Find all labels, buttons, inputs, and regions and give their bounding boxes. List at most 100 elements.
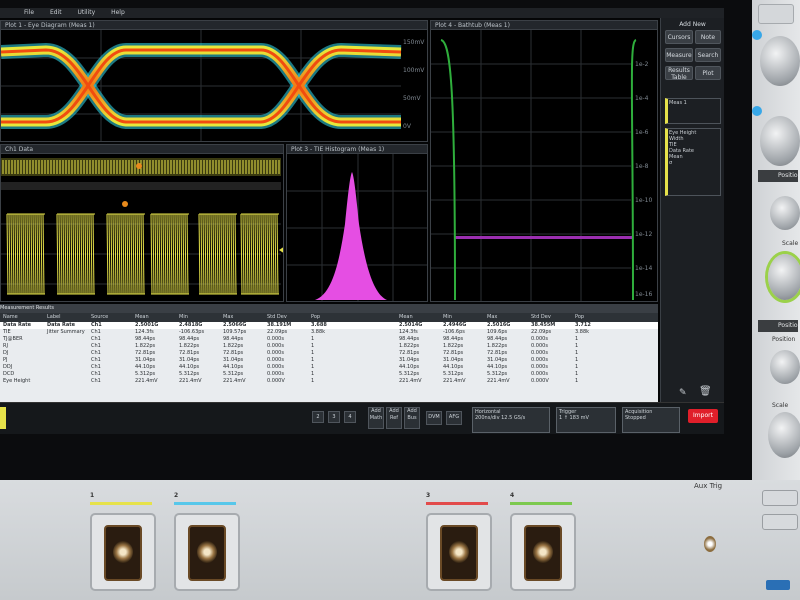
tie-histogram-title: Plot 3 - TIE Histogram (Meas 1) [287,145,427,154]
hw-button[interactable] [762,514,798,530]
results-body: Data Rate Data Rate Ch1 2.5001G 2.4818G 2.506… [0,322,658,385]
position2-knob[interactable] [770,350,800,384]
trash-icon[interactable]: 🗑 [699,386,712,397]
add-ref-button[interactable]: Add Ref [386,407,402,429]
ch4-label: 4 [510,492,515,499]
scale2-knob[interactable] [768,412,800,458]
menu-help[interactable]: Help [111,9,125,16]
waveform-plot[interactable]: Ch1 Data [0,144,284,302]
plot-button[interactable]: Plot [695,66,721,80]
note-button[interactable]: Note [695,30,721,44]
table-cell: TJ@BER [3,336,23,342]
table-cell: DCD [3,371,15,377]
results-column-header[interactable]: Name [0,313,44,322]
ch4-bnc-connector[interactable] [510,513,576,591]
results-column-header[interactable]: Mean [132,313,176,322]
results-column-header[interactable]: Min [440,313,484,322]
scale-label: Scale [782,240,799,247]
search-button[interactable]: Search [695,48,721,62]
ch4-connector-group: 4 [510,482,576,591]
cursors-button[interactable]: Cursors [665,30,693,44]
hw-button[interactable] [758,4,794,24]
dvm-button[interactable]: DVM [426,411,442,425]
eye-ytick: 150mV [403,39,425,46]
tie-histogram-graph [287,154,427,301]
meas-details-badge[interactable]: Eye Height Width TIE Data Rate Mean σ [665,128,721,196]
results-column-header[interactable]: Max [220,313,264,322]
table-cell: Ch1 [91,329,101,335]
import-button[interactable]: Import [688,409,718,423]
table-row[interactable]: RJ Ch1 1.822ps 1.822ps 1.822ps 0.000s 1 1.822ps… [0,343,658,350]
results-column-header[interactable]: Min [176,313,220,322]
results-column-header[interactable]: Std Dev [528,313,572,322]
menu-file[interactable]: File [24,9,34,16]
results-column-header[interactable]: Std Dev [264,313,308,322]
trigger-level: 1 ↑ 183 mV [559,415,589,421]
bathtub-plot[interactable]: Plot 4 - Bathtub (Meas 1) 1e-2 1e-4 1e-6… [430,20,658,302]
ch1-badge[interactable] [0,407,6,429]
table-row[interactable]: TIE Jitter Summary Ch1 124.3fs -106.63ps 109.… [0,329,658,336]
position-knob[interactable] [770,196,800,230]
table-cell: 1 [311,364,315,370]
afg-button[interactable]: AFG [446,411,462,425]
meas1-badge[interactable]: Meas 1 [665,98,721,124]
results-column-header[interactable]: Pop [572,313,616,322]
results-header-row: Name Label Source Mean Min Max Std Dev Pop Mean M… [0,313,658,322]
table-cell: 0.000s [531,350,548,356]
table-row[interactable]: DCD Ch1 5.312ps 5.312ps 5.312ps 0.000s 1 5.312p… [0,371,658,378]
horizontal-knob[interactable] [760,36,800,86]
results-column-header[interactable]: Max [484,313,528,322]
ch2-bnc-connector[interactable] [174,513,240,591]
table-row[interactable]: TJ@BER Ch1 98.44ps 98.44ps 98.44ps 0.000s 1 98.… [0,336,658,343]
hw-button[interactable] [762,490,798,506]
measure-button[interactable]: Measure [665,48,693,62]
results-column-header[interactable]: Pop [308,313,352,322]
ch4-button[interactable]: 4 [344,411,356,423]
knob-indicator-icon [752,106,762,116]
table-cell: 3.688 [311,322,327,328]
table-cell: 221.4mV [179,378,202,384]
table-row[interactable]: PJ Ch1 31.04ps 31.04ps 31.04ps 0.000s 1 31.04ps… [0,357,658,364]
scale-knob[interactable] [768,254,800,300]
table-row[interactable]: DJ Ch1 72.81ps 72.81ps 72.81ps 0.000s 1 72.81ps… [0,350,658,357]
tie-histogram-plot[interactable]: Plot 3 - TIE Histogram (Meas 1) [286,144,428,302]
results-column-header[interactable]: Source [88,313,132,322]
table-cell: 44.10ps [487,364,508,370]
eye-ytick: 100mV [403,67,425,74]
results-column-header[interactable]: Label [44,313,88,322]
table-row[interactable]: Eye Height Ch1 221.4mV 221.4mV 221.4mV 0.000V… [0,378,658,385]
table-cell: 0.000s [531,336,548,342]
position2-label: Position [758,320,800,332]
ch2-button[interactable]: 2 [312,411,324,423]
add-math-button[interactable]: Add Math [368,407,384,429]
table-cell: 0.000s [267,350,284,356]
table-row[interactable]: Data Rate Data Rate Ch1 2.5001G 2.4818G 2.506… [0,322,658,329]
ch1-bnc-connector[interactable] [90,513,156,591]
trigger-badge[interactable]: Trigger 1 ↑ 183 mV [556,407,616,433]
acquisition-badge[interactable]: Acquisition Stopped [622,407,680,433]
pen-icon[interactable]: ✎ [679,388,687,398]
eye-diagram-plot[interactable]: Plot 1 - Eye Diagram (Meas 1) 150mV 100m… [0,20,428,142]
knob-indicator-icon [752,30,762,40]
ch3-bnc-connector[interactable] [426,513,492,591]
table-cell: 1 [575,350,579,356]
results-table-button[interactable]: Results Table [665,66,693,81]
table-row[interactable]: DDJ Ch1 44.10ps 44.10ps 44.10ps 0.000s 1 44.10p… [0,364,658,371]
table-cell: 72.81ps [487,350,508,356]
ch4-color-bar [510,502,572,505]
table-cell: 1 [311,357,315,363]
add-bus-button[interactable]: Add Bus [404,407,420,429]
menu-utility[interactable]: Utility [78,9,96,16]
menu-edit[interactable]: Edit [50,9,62,16]
results-column-header[interactable]: Mean [396,313,440,322]
bathtub-ytick: 1e-4 [635,95,649,102]
horizontal-badge[interactable]: Horizontal 200ns/div 12.5 GS/s [472,407,550,433]
aux-trig-connector[interactable] [704,536,716,552]
table-cell: 38.191M [267,322,292,328]
table-cell: Eye Height [3,378,31,384]
eye-ytick: 50mV [403,95,421,102]
ch3-button[interactable]: 3 [328,411,340,423]
table-cell: 31.04ps [135,357,156,363]
table-cell: 72.81ps [443,350,464,356]
vertical-knob[interactable] [760,116,800,166]
